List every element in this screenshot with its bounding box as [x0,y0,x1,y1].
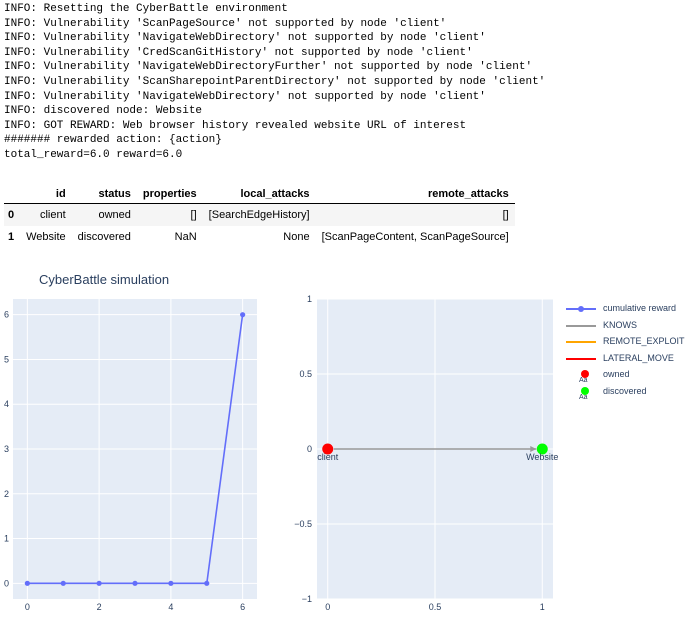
legend-swatch [566,341,596,343]
legend-text-sample: Aa [579,393,588,401]
y-tick-label: 0 [307,444,312,454]
legend-label: discovered [603,385,647,396]
y-tick-label: −1 [302,594,312,604]
x-tick-label: 0 [25,602,30,612]
y-tick-label: 3 [4,444,9,454]
legend-label: KNOWS [603,319,638,330]
network-nodes: client Website [317,443,558,462]
reward-plot-grid [13,299,257,599]
x-tick-label: 4 [168,602,173,612]
y-tick-label: 1 [307,294,312,304]
x-tick-label: 6 [240,602,245,612]
y-tick-label: 1 [4,534,9,544]
y-tick-label: −0.5 [294,519,312,529]
reward-point [240,312,246,318]
legend-text-sample: Aa [579,377,588,384]
reward-point [168,580,174,586]
reward-point [96,580,102,586]
y-tick-label: 4 [4,399,9,409]
x-tick-label: 1 [540,602,545,612]
reward-point [60,580,66,586]
legend-label: REMOTE_EXPLOIT [603,336,685,346]
charts-svg: 0 1 2 3 4 5 6 0 2 4 6 1 0.5 0 −0.5 −1 0 0.5 1 client Websi… [4,294,558,612]
reward-point [132,580,138,586]
legend-label: owned [603,369,630,379]
node-label: client [317,452,339,462]
legend-marker [578,306,584,312]
x-tick-label: 2 [97,602,102,612]
legend-label: cumulative reward [603,303,677,313]
legend-swatch [566,324,596,327]
x-tick-label: 0.5 [429,602,442,612]
y-tick-label: 0 [4,578,9,588]
legend-swatch [566,357,596,360]
y-tick-label: 6 [4,310,9,320]
reward-point [204,580,210,586]
y-tick-label: 2 [4,489,9,499]
reward-point [24,580,30,586]
legend-label: LATERAL_MOVE [603,352,674,363]
x-tick-label: 0 [325,602,330,612]
node-label: Website [526,452,558,462]
y-tick-label: 5 [4,354,9,364]
y-tick-label: 0.5 [299,369,312,379]
